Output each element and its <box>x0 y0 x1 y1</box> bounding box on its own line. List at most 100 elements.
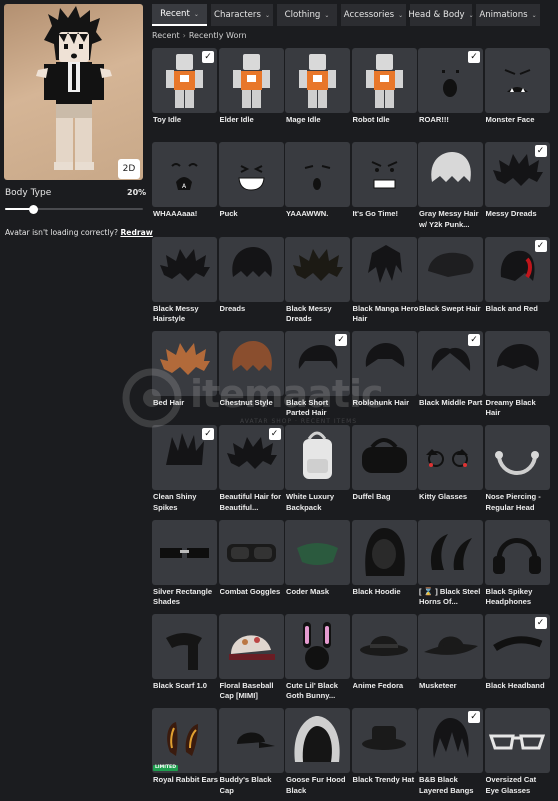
item-thumbnail[interactable]: ✓ <box>218 425 284 491</box>
item-thumbnail[interactable] <box>484 330 550 396</box>
elder-idle-icon <box>232 54 270 108</box>
item-thumbnail[interactable] <box>285 236 350 302</box>
item-name: WHAAAaaa! <box>153 209 198 219</box>
item-name: Monster Face <box>485 115 535 124</box>
item-thumbnail[interactable]: ✓ <box>484 613 550 679</box>
view-2d-button[interactable]: 2D <box>118 159 140 179</box>
item-name: Toy Idle <box>153 115 182 124</box>
tab-recent[interactable]: Recent ⌄ <box>152 4 207 26</box>
item-thumbnail[interactable] <box>484 425 550 491</box>
item-thumbnail[interactable] <box>351 425 417 491</box>
manga-hair-icon <box>367 244 402 283</box>
dreads-icon <box>231 246 272 277</box>
item-thumbnail[interactable] <box>351 142 417 208</box>
item-thumbnail[interactable]: ✓ <box>484 236 550 302</box>
tab-accessories[interactable]: Accessories ⌄ <box>341 4 406 26</box>
item-name: Bed Hair <box>153 397 185 407</box>
item-thumbnail[interactable] <box>418 236 483 302</box>
item-thumbnail[interactable] <box>351 48 417 113</box>
item-thumbnail[interactable] <box>351 708 417 774</box>
horns-icon <box>430 533 472 570</box>
item-thumbnail[interactable] <box>484 519 550 585</box>
item-thumbnail[interactable] <box>152 519 217 585</box>
item-thumbnail[interactable] <box>418 425 483 491</box>
item-thumbnail[interactable] <box>218 142 284 208</box>
fur-hood-icon <box>294 716 340 763</box>
item-thumbnail[interactable] <box>285 425 350 491</box>
breadcrumb-recently-worn: Recently Worn <box>188 31 247 40</box>
item-thumbnail[interactable] <box>218 48 284 113</box>
black-cap-icon <box>236 732 275 749</box>
redraw-link[interactable]: Redraw <box>120 228 152 237</box>
check-icon: ✓ <box>534 616 547 629</box>
whaaa-face-icon: A <box>171 163 198 191</box>
item-thumbnail[interactable] <box>351 236 417 302</box>
item-thumbnail[interactable] <box>152 613 217 679</box>
tab-clothing[interactable]: Clothing ⌄ <box>277 4 337 26</box>
body-type-slider[interactable] <box>5 205 143 214</box>
item-name: Dreads <box>219 303 246 313</box>
item-name: Clean Shiny Spikes <box>153 492 197 512</box>
item-thumbnail[interactable] <box>285 613 350 679</box>
item-thumbnail[interactable] <box>351 613 417 679</box>
item-name: Beautiful Hair for Beautiful... <box>219 492 282 512</box>
limited-badge: LIMITED <box>153 765 179 772</box>
item-thumbnail[interactable] <box>418 142 483 208</box>
go-time-face-icon <box>371 161 397 189</box>
black-messy-dreads-icon <box>293 248 343 281</box>
item-thumbnail[interactable] <box>152 330 217 396</box>
item-name: Puck <box>219 209 238 219</box>
bed-hair-icon <box>160 342 210 375</box>
item-name: Black Short Parted Hair <box>286 397 329 418</box>
tab-head-body[interactable]: Head & Body ⌄ <box>408 4 474 26</box>
item-thumbnail[interactable]: ✓ <box>418 330 483 396</box>
breadcrumb-recent[interactable]: Recent <box>152 31 180 40</box>
bunny-icon <box>303 621 331 670</box>
item-thumbnail[interactable]: ✓ <box>418 48 483 113</box>
item-thumbnail[interactable] <box>285 48 350 113</box>
item-thumbnail[interactable] <box>218 236 284 302</box>
item-thumbnail[interactable] <box>418 519 483 585</box>
item-name: It's Go Time! <box>352 209 399 219</box>
item-name: Gray Messy Hair w/ Y2k Punk... <box>419 209 479 229</box>
item-name: Duffel Bag <box>352 492 391 502</box>
item-thumbnail[interactable] <box>218 613 284 679</box>
item-thumbnail[interactable] <box>484 48 550 113</box>
item-thumbnail[interactable]: ✓ <box>152 48 217 113</box>
avatar-preview[interactable]: 2D <box>4 4 143 180</box>
check-icon: ✓ <box>534 145 547 158</box>
item-thumbnail[interactable] <box>152 236 217 302</box>
roblohunk-hair-icon <box>365 342 404 367</box>
item-name: Black Messy Dreads <box>286 303 332 324</box>
tab-label: Head & Body <box>408 10 465 20</box>
tab-characters[interactable]: Characters ⌄ <box>211 4 273 26</box>
item-thumbnail[interactable] <box>285 142 350 208</box>
scarf-icon <box>166 632 202 670</box>
headphones-icon <box>492 537 541 574</box>
item-thumbnail[interactable] <box>484 708 550 774</box>
item-thumbnail[interactable]: ✓ <box>285 330 350 396</box>
item-thumbnail[interactable]: ✓ <box>152 425 217 491</box>
item-thumbnail[interactable]: LIMITED <box>152 708 217 774</box>
tab-label: Characters <box>214 10 261 20</box>
item-name: Dreamy Black Hair <box>485 397 536 418</box>
slider-handle[interactable] <box>28 205 38 214</box>
item-thumbnail[interactable] <box>218 330 284 396</box>
tab-animations[interactable]: Animations ⌄ <box>476 4 540 26</box>
item-thumbnail[interactable] <box>218 708 284 774</box>
item-thumbnail[interactable]: ✓ <box>418 708 483 774</box>
chevron-down-icon: ⌄ <box>531 11 537 19</box>
check-icon: ✓ <box>468 333 480 346</box>
item-thumbnail[interactable] <box>218 519 284 585</box>
item-thumbnail[interactable]: A <box>152 142 217 208</box>
item-thumbnail[interactable]: ✓ <box>484 142 550 208</box>
item-thumbnail[interactable] <box>351 519 417 585</box>
item-thumbnail[interactable] <box>285 519 350 585</box>
item-thumbnail[interactable] <box>285 708 350 774</box>
item-name: [ ⌛ ] Black Steel Horns Of... <box>419 586 481 607</box>
item-name: B&B Black Layered Bangs <box>419 775 474 795</box>
item-name: Musketeer <box>419 680 457 690</box>
item-thumbnail[interactable] <box>351 330 417 396</box>
item-thumbnail[interactable] <box>418 613 483 679</box>
item-name: Anime Fedora <box>352 680 404 690</box>
